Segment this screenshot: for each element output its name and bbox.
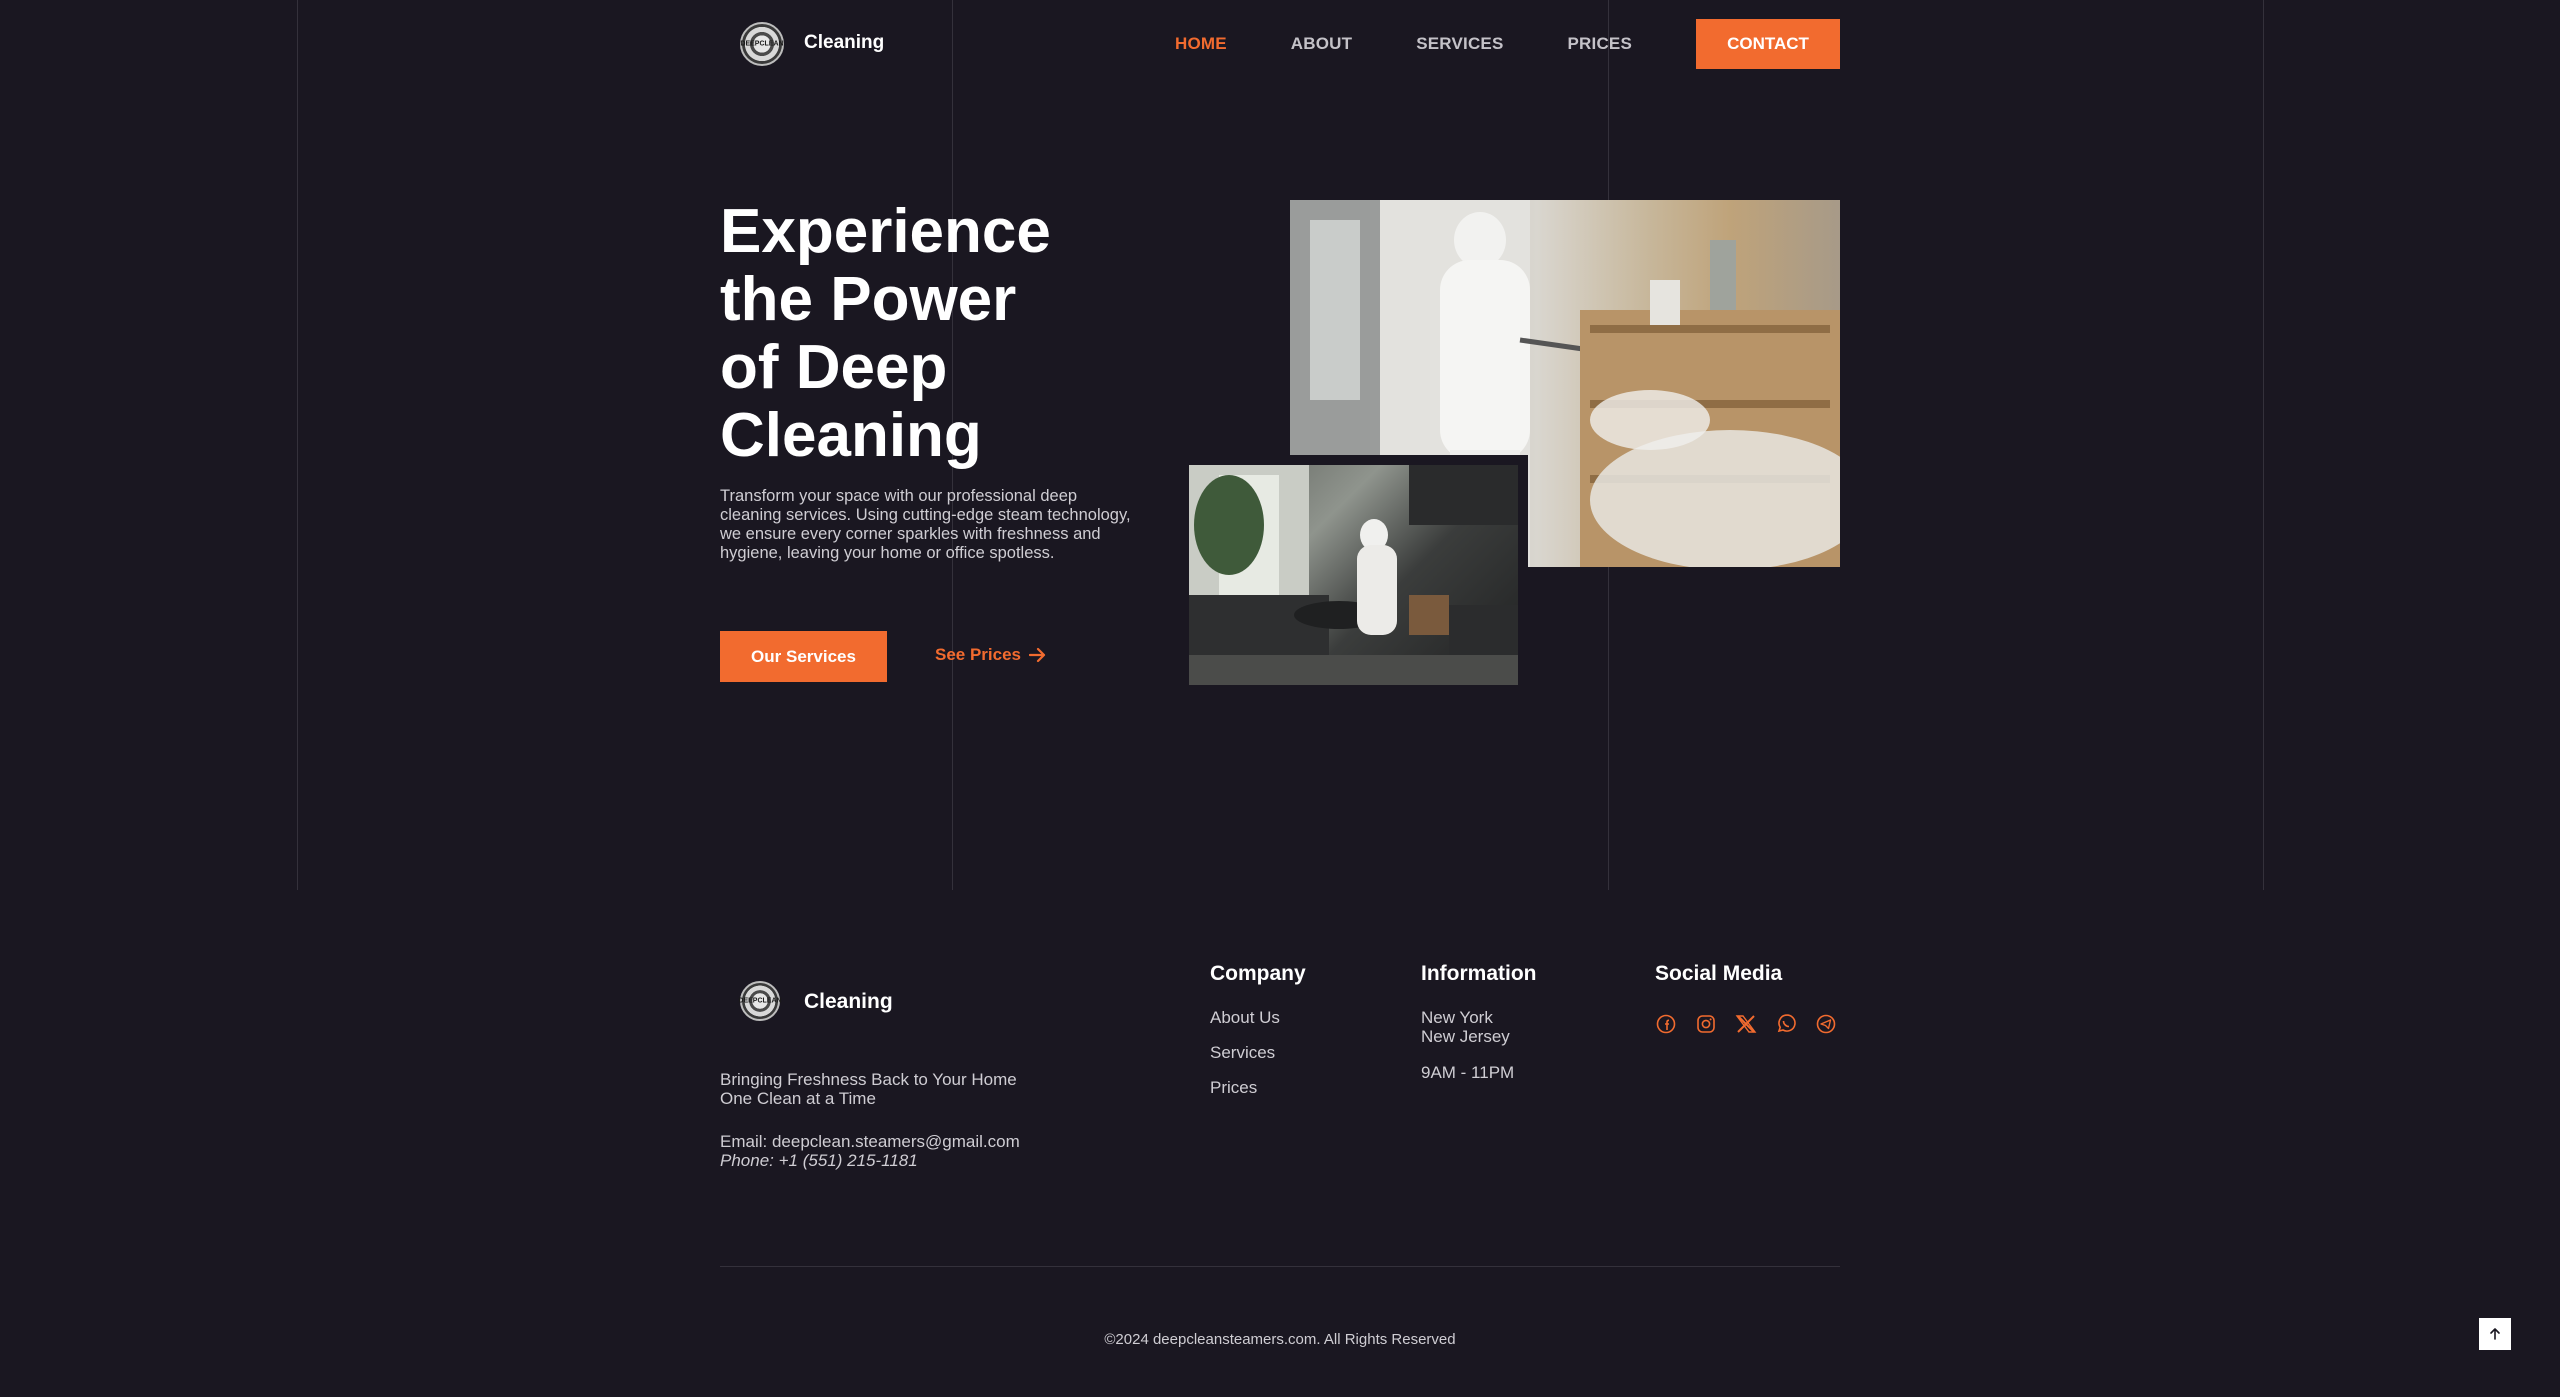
logo-text: DEEPCLEAN: [740, 40, 784, 48]
footer-city-new-york: New York: [1421, 1008, 1493, 1027]
hero-title-line: of Deep: [720, 333, 948, 402]
arrow-up-icon: [2490, 1328, 2500, 1340]
arrow-right-icon: [1029, 647, 1046, 663]
footer-brand-name: Cleaning: [804, 990, 893, 1013]
footer-tagline-line: Bringing Freshness Back to Your Home: [720, 1070, 1017, 1089]
hero-title-line: Experience: [720, 197, 1051, 266]
nav-prices[interactable]: PRICES: [1568, 34, 1633, 54]
grid-line: [2263, 0, 2264, 890]
footer-logo[interactable]: DEEPCLEAN: [738, 981, 782, 1021]
see-prices-label: See Prices: [935, 645, 1022, 664]
nav-services[interactable]: SERVICES: [1416, 34, 1503, 54]
hero-title-line: Cleaning: [720, 401, 982, 470]
footer-social-title: Social Media: [1655, 962, 1783, 985]
brand-name[interactable]: Cleaning: [804, 32, 884, 54]
footer-logo-text: DEEPCLEAN: [738, 997, 782, 1005]
hero-photo-living-room: [1179, 455, 1528, 695]
contact-button[interactable]: CONTACT: [1696, 19, 1840, 69]
footer-divider: [720, 1266, 1840, 1267]
footer-link-services[interactable]: Services: [1210, 1043, 1275, 1063]
telegram-icon[interactable]: [1815, 1013, 1837, 1035]
instagram-icon[interactable]: [1695, 1013, 1717, 1035]
back-to-top-button[interactable]: [2479, 1318, 2511, 1350]
footer-company-title: Company: [1210, 962, 1306, 985]
our-services-button[interactable]: Our Services: [720, 631, 887, 682]
x-icon[interactable]: [1735, 1013, 1757, 1035]
footer-tagline-line: One Clean at a Time: [720, 1089, 876, 1108]
main-nav: HOME ABOUT SERVICES PRICES CONTACT: [1111, 0, 1840, 88]
footer-link-prices[interactable]: Prices: [1210, 1078, 1257, 1098]
footer-phone[interactable]: Phone: +1 (551) 215-1181: [720, 1151, 918, 1171]
grid-line: [297, 0, 298, 890]
facebook-icon[interactable]: [1655, 1013, 1677, 1035]
footer-information-title: Information: [1421, 962, 1537, 985]
whatsapp-icon[interactable]: [1775, 1013, 1797, 1035]
copyright: ©2024 deepcleansteamers.com. All Rights …: [1104, 1331, 1456, 1348]
nav-home[interactable]: HOME: [1175, 34, 1227, 54]
footer-hours: 9AM - 11PM: [1421, 1063, 1515, 1082]
footer-tagline: Bringing Freshness Back to Your Home One…: [720, 1070, 1080, 1108]
logo[interactable]: DEEPCLEAN: [740, 22, 784, 66]
hero-description: Transform your space with our profession…: [720, 487, 1131, 562]
footer-email[interactable]: Email: deepclean.steamers@gmail.com: [720, 1132, 1020, 1152]
footer-link-about-us[interactable]: About Us: [1210, 1008, 1280, 1028]
hero-title: Experience the Power of Deep Cleaning: [720, 198, 1160, 470]
site-header: DEEPCLEAN Cleaning HOME ABOUT SERVICES P…: [720, 0, 1840, 88]
footer-city-new-jersey: New Jersey: [1421, 1027, 1510, 1046]
nav-about[interactable]: ABOUT: [1291, 34, 1352, 54]
see-prices-link[interactable]: See Prices: [935, 645, 1047, 665]
social-icons: [1655, 1013, 1855, 1035]
hero-title-line: the Power: [720, 265, 1017, 334]
